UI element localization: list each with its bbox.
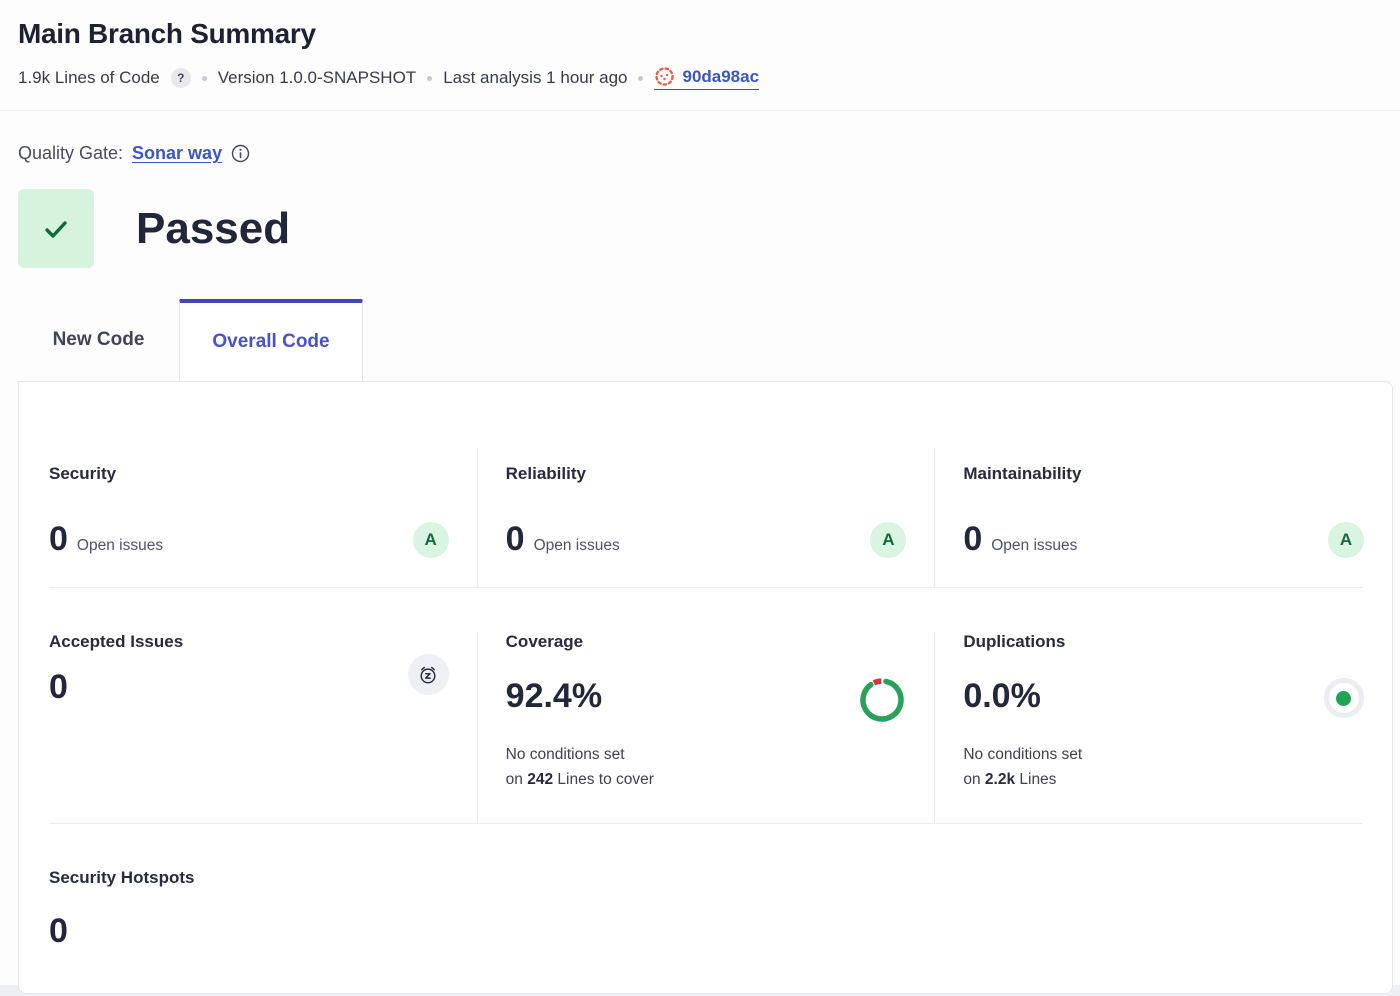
security-hotspots-card: Security Hotspots 0 [19, 868, 1392, 951]
coverage-title: Coverage [506, 632, 907, 652]
security-rating-badge[interactable]: A [413, 522, 449, 558]
coverage-value[interactable]: 92.4% [506, 677, 602, 716]
reliability-label: Open issues [534, 537, 620, 555]
dot-separator [427, 76, 432, 81]
commit-burst-icon [654, 66, 675, 87]
info-icon[interactable] [231, 144, 250, 163]
branch-summary-page: Main Branch Summary 1.9k Lines of Code ?… [0, 0, 1400, 985]
quality-gate-link[interactable]: Sonar way [132, 143, 222, 164]
duplications-note: No conditions set on 2.2k Lines [963, 743, 1082, 793]
passed-check-box [18, 189, 94, 268]
coverage-donut-chart [858, 676, 906, 729]
tab-overall-code[interactable]: Overall Code [179, 299, 363, 381]
reliability-value: 0 [506, 520, 525, 559]
coverage-card: Coverage 92.4% No conditions set on 242 … [477, 632, 935, 823]
code-tabs: New Code Overall Code [0, 299, 1400, 381]
dot-separator [638, 76, 643, 81]
duplications-title: Duplications [963, 632, 1364, 652]
branch-meta-row: 1.9k Lines of Code ? Version 1.0.0-SNAPS… [18, 66, 1382, 110]
last-analysis-text: Last analysis 1 hour ago [443, 68, 627, 88]
accepted-issues-title: Accepted Issues [49, 632, 449, 652]
measures-row: Accepted Issues 0 Coverage [19, 632, 1392, 823]
overall-code-panel: Security 0 Open issues A Reliability 0 O… [18, 381, 1393, 994]
reliability-title: Reliability [506, 464, 907, 484]
page-title: Main Branch Summary [18, 18, 1382, 50]
maintainability-value: 0 [963, 520, 982, 559]
row-divider [49, 823, 1362, 824]
quality-gate-section: Quality Gate: Sonar way Passed [0, 111, 1400, 268]
duplications-ring-icon [1324, 678, 1364, 718]
ratings-row: Security 0 Open issues A Reliability 0 O… [19, 448, 1392, 587]
maintainability-label: Open issues [991, 537, 1077, 555]
accepted-issues-card: Accepted Issues 0 [19, 632, 477, 823]
help-icon[interactable]: ? [171, 68, 191, 88]
duplications-dot [1336, 691, 1351, 706]
security-card: Security 0 Open issues A [19, 448, 477, 587]
page-header: Main Branch Summary 1.9k Lines of Code ?… [0, 0, 1400, 110]
quality-gate-label: Quality Gate: [18, 143, 123, 164]
maintainability-open-issues-link[interactable]: 0 Open issues [963, 520, 1077, 559]
commit-hash: 90da98ac [682, 67, 759, 87]
reliability-rating-badge[interactable]: A [870, 522, 906, 558]
security-hotspots-title: Security Hotspots [49, 868, 1362, 888]
snooze-alarm-icon [408, 654, 449, 695]
check-icon [38, 211, 74, 247]
reliability-open-issues-link[interactable]: 0 Open issues [506, 520, 620, 559]
maintainability-title: Maintainability [963, 464, 1364, 484]
security-label: Open issues [77, 537, 163, 555]
commit-link[interactable]: 90da98ac [654, 66, 759, 90]
maintainability-rating-badge[interactable]: A [1328, 522, 1364, 558]
quality-gate-status: Passed [136, 204, 290, 254]
security-title: Security [49, 464, 449, 484]
security-hotspots-value[interactable]: 0 [49, 912, 68, 951]
lines-of-code-text: 1.9k Lines of Code [18, 68, 160, 88]
quality-gate-status-row: Passed [18, 189, 1382, 268]
accepted-issues-value[interactable]: 0 [49, 668, 68, 707]
duplications-value[interactable]: 0.0% [963, 677, 1041, 716]
coverage-note: No conditions set on 242 Lines to cover [506, 743, 654, 793]
maintainability-card: Maintainability 0 Open issues A [934, 448, 1392, 587]
tab-new-code[interactable]: New Code [18, 299, 179, 381]
quality-gate-line: Quality Gate: Sonar way [18, 143, 1382, 164]
security-open-issues-link[interactable]: 0 Open issues [49, 520, 163, 559]
row-divider [49, 587, 1362, 588]
dot-separator [202, 76, 207, 81]
duplications-card: Duplications 0.0% No conditions set on 2… [934, 632, 1392, 823]
version-text: Version 1.0.0-SNAPSHOT [218, 68, 416, 88]
security-value: 0 [49, 520, 68, 559]
reliability-card: Reliability 0 Open issues A [477, 448, 935, 587]
